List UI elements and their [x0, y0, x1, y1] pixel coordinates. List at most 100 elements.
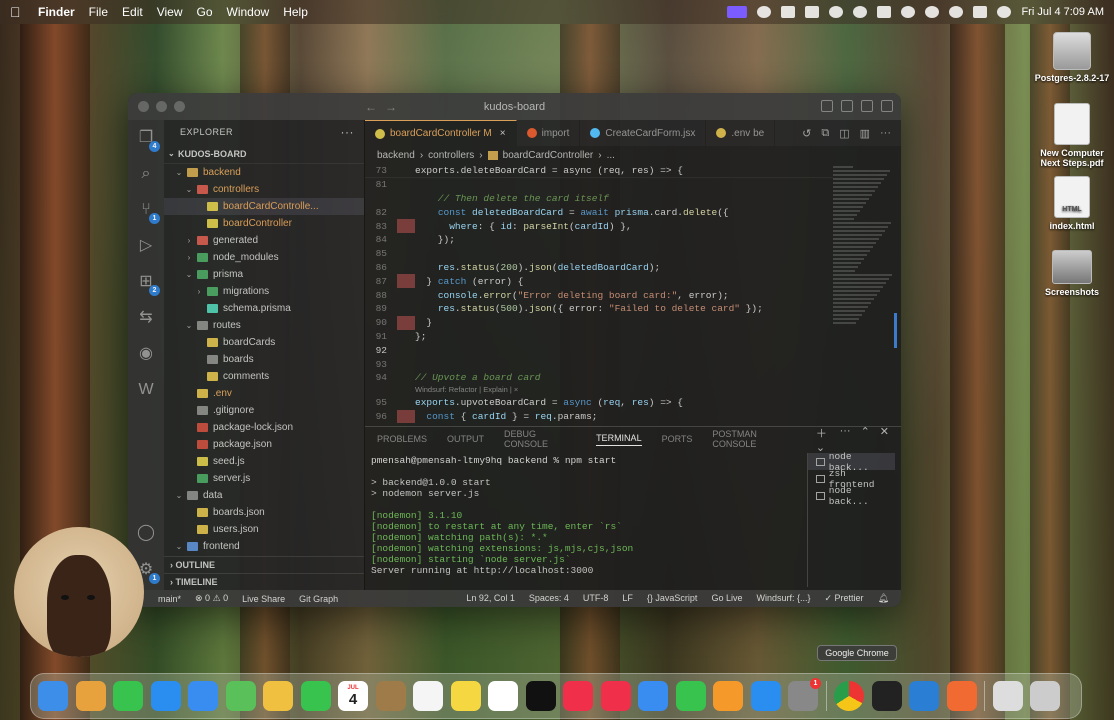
account-icon[interactable]: ◯ — [136, 523, 156, 543]
tab-boardcardcontroller[interactable]: boardCardController M × — [365, 120, 517, 146]
windsurf-icon[interactable]: W — [136, 380, 156, 400]
code-line[interactable]: 94 // Upvote a board card — [365, 371, 833, 385]
tree-item[interactable]: boardCards — [164, 334, 364, 351]
tree-item[interactable]: package-lock.json — [164, 419, 364, 436]
menu-window[interactable]: Window — [227, 5, 270, 19]
downloads-icon[interactable] — [992, 681, 1023, 711]
breadcrumb-item[interactable]: controllers — [428, 150, 474, 161]
tree-item[interactable]: .gitignore — [164, 402, 364, 419]
notes-icon[interactable] — [805, 6, 820, 18]
system-settings-icon[interactable]: 1 — [788, 678, 821, 711]
tree-item[interactable]: ⌄ data — [164, 487, 364, 504]
menu-go[interactable]: Go — [197, 5, 213, 19]
desktop-item-screenshots[interactable]: Screenshots — [1030, 250, 1114, 297]
tree-item[interactable]: ⌄ backend — [164, 164, 364, 181]
sticky-scroll-line[interactable]: 73 exports.deleteBoardCard = async (req,… — [365, 164, 833, 178]
tree-item[interactable]: ⌄ prisma — [164, 266, 364, 283]
terminal-output[interactable]: pmensah@pmensah-ltmy9hq backend % npm st… — [371, 455, 803, 587]
menu-view[interactable]: View — [157, 5, 183, 19]
menubar-clock[interactable]: Fri Jul 4 7:09 AM — [1021, 6, 1104, 18]
tree-item[interactable]: server.js — [164, 470, 364, 487]
trash-icon[interactable] — [1030, 681, 1060, 711]
split-editor-icon[interactable]: ▥ — [860, 127, 870, 140]
minimap[interactable] — [833, 164, 895, 426]
open-changes-icon[interactable]: ◫ — [839, 127, 849, 140]
window-title[interactable]: kudos-board — [128, 101, 901, 113]
grammarly-icon[interactable] — [853, 6, 868, 18]
key-icon[interactable] — [877, 6, 892, 18]
code-editor[interactable]: 73 exports.deleteBoardCard = async (req,… — [365, 164, 833, 426]
status-prettier[interactable]: ✓ Prettier — [825, 593, 864, 604]
code-line[interactable]: // Then delete the card itself — [365, 192, 833, 206]
explorer-more-icon[interactable]: ··· — [341, 125, 355, 139]
status-live-share[interactable]: Live Share — [242, 594, 285, 604]
desktop-item-html[interactable]: HTML index.html — [1030, 176, 1114, 231]
tree-item[interactable]: › generated — [164, 232, 364, 249]
mail-icon[interactable] — [188, 681, 218, 711]
code-line[interactable]: 84 }); — [365, 233, 833, 247]
status-git-graph[interactable]: Git Graph — [299, 594, 338, 604]
status-branch[interactable]: main* — [158, 594, 181, 604]
chrome-icon[interactable] — [834, 681, 864, 711]
drive-icon[interactable] — [781, 6, 796, 18]
terminal-instance[interactable]: node back... — [808, 485, 895, 507]
new-terminal-icon[interactable]: ＋⌄ — [816, 425, 830, 454]
tree-item[interactable]: boards.json — [164, 504, 364, 521]
code-line[interactable]: 88 console.error("Error deleting board c… — [365, 288, 833, 302]
breadcrumb-item[interactable]: boardCardController — [503, 150, 594, 161]
extensions-icon[interactable]: ⊞ 2 — [136, 272, 160, 296]
postman-icon[interactable]: ◉ — [136, 344, 156, 364]
code-line[interactable]: 83 where: { id: parseInt(cardId) }, — [365, 219, 833, 233]
desktop-item-pdf[interactable]: New Computer Next Steps.pdf — [1030, 103, 1114, 168]
close-panel-icon[interactable]: ✕ — [880, 425, 889, 454]
control-center-icon[interactable] — [973, 6, 988, 18]
finder-icon[interactable] — [38, 681, 68, 711]
photos-icon[interactable] — [263, 681, 293, 711]
tab-createcardform[interactable]: CreateCardForm.jsx — [580, 120, 707, 146]
code-line[interactable]: 91}; — [365, 330, 833, 344]
compare-icon[interactable]: ⧉ — [821, 127, 829, 140]
vscode-icon[interactable] — [909, 681, 939, 711]
code-line[interactable]: 81 — [365, 178, 833, 192]
customize-layout-icon[interactable] — [881, 100, 893, 112]
battery-icon[interactable] — [925, 6, 940, 18]
search-icon[interactable]: ⌕ — [136, 164, 156, 184]
safari-icon[interactable] — [150, 681, 181, 711]
status-go-live[interactable]: Go Live — [711, 593, 742, 604]
remote-explorer-icon[interactable]: ⇆ — [136, 308, 156, 328]
app-store-icon[interactable] — [750, 681, 781, 711]
maximize-panel-icon[interactable]: ⌃ — [861, 425, 870, 454]
code-line[interactable]: 87 } catch (error) { — [365, 274, 833, 289]
launchpad-icon[interactable] — [75, 681, 106, 711]
status-encoding[interactable]: UTF-8 — [583, 593, 609, 604]
code-line[interactable]: 93 — [365, 357, 833, 371]
tree-item[interactable]: users.json — [164, 521, 364, 538]
reminders-icon[interactable] — [413, 681, 443, 711]
terminal-icon[interactable] — [871, 681, 902, 711]
status-indentation[interactable]: Spaces: 4 — [529, 593, 569, 604]
tree-item[interactable]: boardController — [164, 215, 364, 232]
notes-brown-icon[interactable] — [375, 681, 406, 711]
wifi-icon[interactable] — [949, 6, 964, 18]
maps-icon[interactable] — [225, 681, 256, 711]
breadcrumb-item[interactable]: ... — [607, 150, 615, 161]
numbers-icon[interactable] — [675, 681, 706, 711]
outline-section[interactable]: › OUTLINE — [164, 556, 364, 573]
calendar-icon[interactable]: JUL 4 — [338, 681, 368, 711]
facetime-icon[interactable] — [300, 681, 331, 711]
workspace-root[interactable]: ⌄ KUDOS-BOARD — [164, 144, 364, 164]
play-icon[interactable] — [901, 6, 916, 18]
postman-icon[interactable] — [946, 681, 977, 711]
tab-import[interactable]: import — [517, 120, 581, 146]
tree-item[interactable]: › node_modules — [164, 249, 364, 266]
code-line[interactable]: 92 — [365, 343, 833, 357]
tree-item[interactable]: ⌄ frontend — [164, 538, 364, 555]
panel-tab-debug-console[interactable]: DEBUG CONSOLE — [504, 429, 576, 449]
editor-scrollbar[interactable] — [894, 313, 897, 348]
toggle-panel-icon[interactable] — [841, 100, 853, 112]
apple-tv-icon[interactable] — [525, 681, 556, 711]
tree-item[interactable]: › migrations — [164, 283, 364, 300]
menu-app-name[interactable]: Finder — [38, 5, 75, 19]
code-line[interactable]: 96 const { cardId } = req.params; — [365, 409, 833, 424]
status-windsurf[interactable]: Windsurf: {...} — [756, 593, 810, 604]
